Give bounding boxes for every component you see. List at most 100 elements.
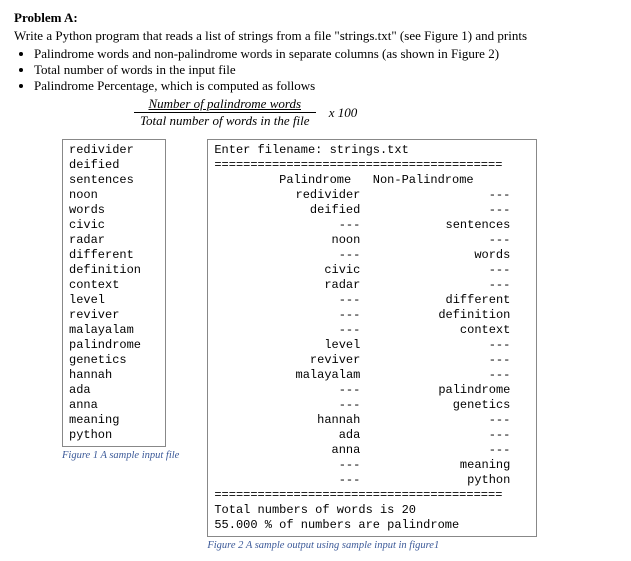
input-file-line: hannah bbox=[69, 368, 159, 383]
input-file-line: sentences bbox=[69, 173, 159, 188]
figure1-caption: Figure 1 A sample input file bbox=[62, 450, 179, 461]
input-file-line: level bbox=[69, 293, 159, 308]
palindrome-cell: level bbox=[214, 338, 360, 353]
palindrome-cell: --- bbox=[214, 308, 360, 323]
palindrome-cell: civic bbox=[214, 263, 360, 278]
palindrome-cell: --- bbox=[214, 458, 360, 473]
bullet-item: Total number of words in the input file bbox=[34, 62, 617, 78]
input-file-line: deified bbox=[69, 158, 159, 173]
output-row: ---palindrome bbox=[214, 383, 530, 398]
input-file-line: context bbox=[69, 278, 159, 293]
denominator: Total number of words in the file bbox=[134, 113, 316, 129]
figure2-caption: Figure 2 A sample output using sample in… bbox=[207, 540, 537, 551]
non-palindrome-cell: definition bbox=[360, 308, 518, 323]
non-palindrome-cell: --- bbox=[360, 413, 518, 428]
input-file-line: meaning bbox=[69, 413, 159, 428]
numerator: Number of palindrome words bbox=[134, 96, 316, 113]
palindrome-cell: noon bbox=[214, 233, 360, 248]
header-line: Palindrome Non-Palindrome bbox=[214, 173, 530, 188]
non-palindrome-cell: genetics bbox=[360, 398, 518, 413]
non-palindrome-cell: sentences bbox=[360, 218, 518, 233]
prompt-line: Enter filename: strings.txt bbox=[214, 143, 530, 158]
palindrome-cell: --- bbox=[214, 398, 360, 413]
palindrome-cell: malayalam bbox=[214, 368, 360, 383]
non-palindrome-cell: meaning bbox=[360, 458, 518, 473]
output-row: ---different bbox=[214, 293, 530, 308]
non-palindrome-cell: --- bbox=[360, 338, 518, 353]
output-row: ---meaning bbox=[214, 458, 530, 473]
non-palindrome-cell: --- bbox=[360, 203, 518, 218]
non-palindrome-cell: --- bbox=[360, 443, 518, 458]
palindrome-cell: deified bbox=[214, 203, 360, 218]
formula: Number of palindrome words Total number … bbox=[134, 96, 617, 129]
bullet-item: Palindrome Percentage, which is computed… bbox=[34, 78, 617, 94]
palindrome-cell: hannah bbox=[214, 413, 360, 428]
separator-line: ======================================== bbox=[214, 488, 530, 503]
output-row: ---words bbox=[214, 248, 530, 263]
input-file-line: definition bbox=[69, 263, 159, 278]
problem-title: Problem A: bbox=[14, 10, 617, 26]
non-palindrome-cell: --- bbox=[360, 233, 518, 248]
input-file-line: malayalam bbox=[69, 323, 159, 338]
palindrome-cell: anna bbox=[214, 443, 360, 458]
non-palindrome-cell: palindrome bbox=[360, 383, 518, 398]
input-file-line: redivider bbox=[69, 143, 159, 158]
input-file-line: words bbox=[69, 203, 159, 218]
output-row: noon--- bbox=[214, 233, 530, 248]
output-row: radar--- bbox=[214, 278, 530, 293]
output-row: hannah--- bbox=[214, 413, 530, 428]
output-row: deified--- bbox=[214, 203, 530, 218]
figure1-box: redividerdeifiedsentencesnoonwordscivic r… bbox=[62, 139, 166, 447]
input-file-line: different bbox=[69, 248, 159, 263]
non-palindrome-cell: words bbox=[360, 248, 518, 263]
non-palindrome-cell: --- bbox=[360, 353, 518, 368]
output-row: anna--- bbox=[214, 443, 530, 458]
input-file-line: civic bbox=[69, 218, 159, 233]
non-palindrome-cell: different bbox=[360, 293, 518, 308]
non-palindrome-cell: context bbox=[360, 323, 518, 338]
bullet-item: Palindrome words and non-palindrome word… bbox=[34, 46, 617, 62]
non-palindrome-cell: --- bbox=[360, 368, 518, 383]
output-row: ada--- bbox=[214, 428, 530, 443]
output-row: ---sentences bbox=[214, 218, 530, 233]
palindrome-cell: --- bbox=[214, 323, 360, 338]
palindrome-cell: radar bbox=[214, 278, 360, 293]
palindrome-cell: ada bbox=[214, 428, 360, 443]
times-100: x 100 bbox=[319, 105, 358, 121]
figure2-box: Enter filename: strings.txt ============… bbox=[207, 139, 537, 537]
input-file-line: anna bbox=[69, 398, 159, 413]
non-palindrome-cell: --- bbox=[360, 263, 518, 278]
non-palindrome-cell: --- bbox=[360, 428, 518, 443]
input-file-line: python bbox=[69, 428, 159, 443]
output-row: ---context bbox=[214, 323, 530, 338]
palindrome-cell: --- bbox=[214, 248, 360, 263]
palindrome-cell: --- bbox=[214, 293, 360, 308]
bullet-list: Palindrome words and non-palindrome word… bbox=[34, 46, 617, 94]
input-file-line: ada bbox=[69, 383, 159, 398]
output-row: ---genetics bbox=[214, 398, 530, 413]
output-row: level--- bbox=[214, 338, 530, 353]
output-row: ---python bbox=[214, 473, 530, 488]
non-palindrome-cell: python bbox=[360, 473, 518, 488]
input-file-line: genetics bbox=[69, 353, 159, 368]
palindrome-cell: --- bbox=[214, 473, 360, 488]
palindrome-cell: --- bbox=[214, 218, 360, 233]
non-palindrome-cell: --- bbox=[360, 188, 518, 203]
palindrome-cell: redivider bbox=[214, 188, 360, 203]
instruction-text: Write a Python program that reads a list… bbox=[14, 28, 617, 44]
palindrome-cell: --- bbox=[214, 383, 360, 398]
output-row: reviver--- bbox=[214, 353, 530, 368]
palindrome-cell: reviver bbox=[214, 353, 360, 368]
output-row: ---definition bbox=[214, 308, 530, 323]
input-file-line: noon bbox=[69, 188, 159, 203]
output-row: civic--- bbox=[214, 263, 530, 278]
output-row: malayalam--- bbox=[214, 368, 530, 383]
input-file-line: reviver bbox=[69, 308, 159, 323]
input-file-line: palindrome bbox=[69, 338, 159, 353]
fraction: Number of palindrome words Total number … bbox=[134, 96, 316, 129]
percent-line: 55.000 % of numbers are palindrome bbox=[214, 518, 530, 533]
separator-line: ======================================== bbox=[214, 158, 530, 173]
output-row: redivider--- bbox=[214, 188, 530, 203]
non-palindrome-cell: --- bbox=[360, 278, 518, 293]
total-line: Total numbers of words is 20 bbox=[214, 503, 530, 518]
